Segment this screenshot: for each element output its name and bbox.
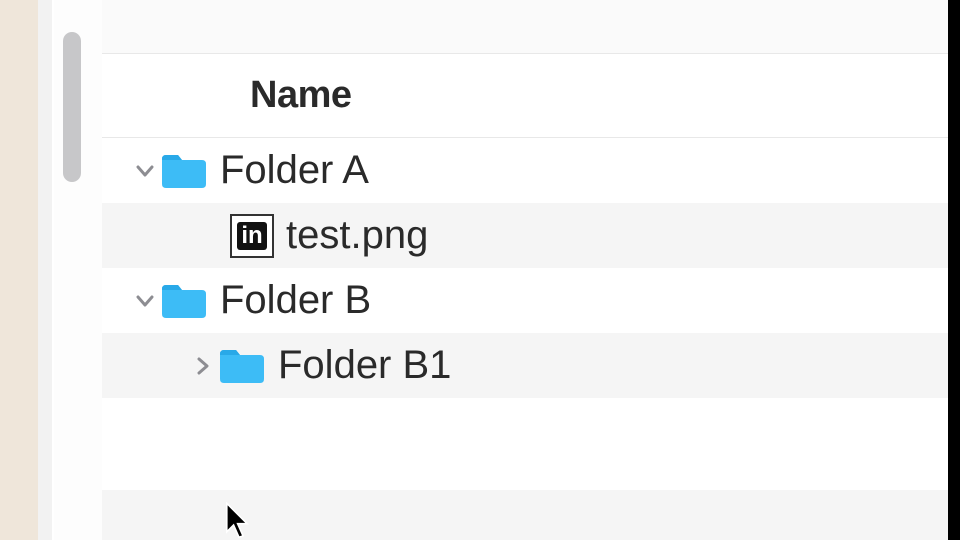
toolbar xyxy=(102,0,948,54)
column-header-row[interactable]: Name xyxy=(102,54,948,138)
folder-row[interactable]: Folder A xyxy=(102,138,948,203)
item-name: Folder B xyxy=(220,278,371,323)
window-frame-left xyxy=(38,0,52,540)
image-file-icon: in xyxy=(230,214,274,258)
chevron-down-icon[interactable] xyxy=(130,159,160,183)
window-bezel-right xyxy=(948,0,960,540)
cursor-icon xyxy=(224,502,254,540)
folder-icon xyxy=(160,151,208,191)
sidebar-scroll-thumb[interactable] xyxy=(63,32,81,182)
folder-row[interactable]: Folder B xyxy=(102,268,948,333)
column-header-name[interactable]: Name xyxy=(250,74,352,117)
folder-icon xyxy=(160,281,208,321)
file-rows: Folder A in test.png Folder B xyxy=(102,138,948,398)
chevron-right-icon[interactable] xyxy=(188,354,218,378)
folder-icon xyxy=(218,346,266,386)
folder-row[interactable]: Folder B1 xyxy=(102,333,948,398)
file-list-panel: Name Folder A in test.png xyxy=(102,0,948,540)
item-name: Folder A xyxy=(220,148,369,193)
item-name: test.png xyxy=(286,213,428,258)
file-row[interactable]: in test.png xyxy=(102,203,948,268)
item-name: Folder B1 xyxy=(278,343,451,388)
chevron-down-icon[interactable] xyxy=(130,289,160,313)
window-bezel-left xyxy=(0,0,38,540)
